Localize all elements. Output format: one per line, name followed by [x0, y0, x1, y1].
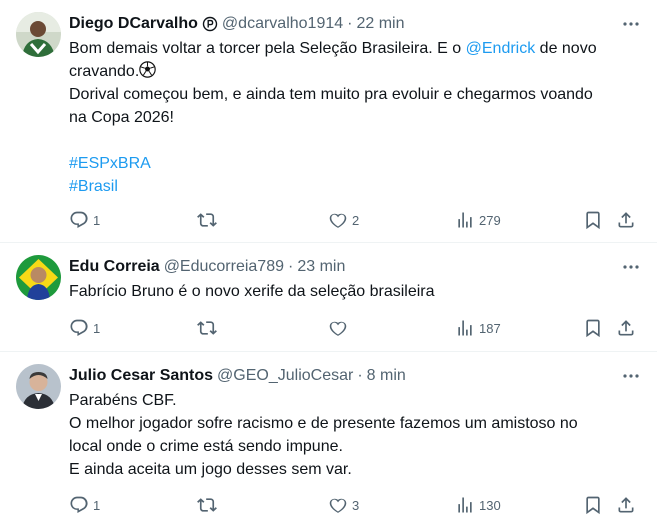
- views-icon: [458, 497, 472, 513]
- bookmark-button[interactable]: [583, 495, 603, 515]
- text-segment: de novo: [535, 40, 597, 57]
- repost-icon: [197, 321, 217, 335]
- share-icon: [618, 497, 634, 513]
- text-line: E ainda aceita um jogo desses sem var.: [69, 461, 352, 478]
- repost-icon: [197, 498, 217, 512]
- like-button[interactable]: [328, 318, 352, 338]
- separator-dot: ·: [357, 367, 363, 384]
- tweet-header: Edu Correia @Educorreia789 · 23 min: [69, 255, 641, 279]
- bookmark-icon: [586, 319, 600, 338]
- reply-button[interactable]: 1: [69, 495, 100, 515]
- tweet-actions: 1 3 130: [69, 493, 641, 517]
- reply-count: 1: [93, 212, 101, 228]
- tweet-text: Bom demais voltar a torcer pela Seleção …: [69, 37, 641, 198]
- share-button[interactable]: [616, 210, 636, 230]
- hashtag-link[interactable]: #Brasil: [69, 178, 118, 195]
- timestamp[interactable]: 8 min: [367, 367, 406, 385]
- text-line: Dorival começou bem, e ainda tem muito p…: [69, 86, 593, 103]
- timestamp[interactable]: 22 min: [356, 15, 404, 33]
- text-line: Parabéns CBF.: [69, 392, 177, 409]
- parody-badge-icon: [202, 16, 218, 32]
- text-segment: cravando.: [69, 63, 140, 80]
- text-line: na Copa 2026!: [69, 109, 174, 126]
- reply-icon: [70, 319, 88, 336]
- views-count: 130: [479, 497, 501, 513]
- views-button[interactable]: 279: [455, 210, 501, 230]
- views-icon: [458, 212, 472, 228]
- tweet-header: Julio Cesar Santos @GEO_JulioCesar · 8 m…: [69, 364, 641, 388]
- views-count: 279: [479, 212, 501, 228]
- tweet-body: Julio Cesar Santos @GEO_JulioCesar · 8 m…: [69, 364, 641, 481]
- views-icon: [458, 320, 472, 336]
- author-name[interactable]: Diego DCarvalho: [69, 15, 198, 33]
- heart-icon: [329, 498, 347, 513]
- soccer-ball-icon: [139, 61, 157, 78]
- like-count: 3: [352, 497, 360, 513]
- tweet-actions: 1 2 279: [69, 208, 641, 232]
- reply-button[interactable]: 1: [69, 210, 100, 230]
- author-name[interactable]: Edu Correia: [69, 258, 160, 276]
- like-count: 2: [352, 212, 360, 228]
- repost-button[interactable]: [197, 495, 221, 515]
- repost-icon: [197, 213, 217, 227]
- views-button[interactable]: 187: [455, 318, 501, 338]
- views-count: 187: [479, 320, 501, 336]
- tweet-feed: Diego DCarvalho @dcarvalho1914 · 22 min …: [0, 0, 657, 532]
- tweet-header: Diego DCarvalho @dcarvalho1914 · 22 min: [69, 12, 641, 36]
- author-name[interactable]: Julio Cesar Santos: [69, 367, 213, 385]
- heart-icon: [329, 321, 347, 336]
- views-button[interactable]: 130: [455, 495, 501, 515]
- separator-dot: ·: [288, 258, 294, 275]
- share-button[interactable]: [616, 318, 636, 338]
- bookmark-icon: [586, 211, 600, 230]
- bookmark-button[interactable]: [583, 210, 603, 230]
- avatar[interactable]: [16, 12, 61, 57]
- text-line: O melhor jogador sofre racismo e de pres…: [69, 415, 578, 432]
- text-line: Fabrício Bruno é o novo xerife da seleçã…: [69, 283, 435, 300]
- share-icon: [618, 320, 634, 336]
- share-button[interactable]: [616, 495, 636, 515]
- reply-button[interactable]: 1: [69, 318, 100, 338]
- tweet-body: Diego DCarvalho @dcarvalho1914 · 22 min …: [69, 12, 641, 198]
- repost-button[interactable]: [197, 210, 221, 230]
- tweet-body: Edu Correia @Educorreia789 · 23 min Fabr…: [69, 255, 641, 303]
- tweet[interactable]: Julio Cesar Santos @GEO_JulioCesar · 8 m…: [0, 352, 657, 532]
- avatar[interactable]: [16, 364, 61, 409]
- repost-button[interactable]: [197, 318, 221, 338]
- author-handle[interactable]: @GEO_JulioCesar: [217, 367, 353, 385]
- tweet-text: Fabrício Bruno é o novo xerife da seleçã…: [69, 280, 641, 303]
- separator-dot: ·: [347, 15, 353, 32]
- hashtag-link[interactable]: #ESPxBRA: [69, 155, 151, 172]
- bookmark-button[interactable]: [583, 318, 603, 338]
- author-handle[interactable]: @Educorreia789: [164, 258, 284, 276]
- text-segment: Bom demais voltar a torcer pela Seleção …: [69, 40, 466, 57]
- like-button[interactable]: 2: [328, 210, 359, 230]
- tweet-text: Parabéns CBF. O melhor jogador sofre rac…: [69, 389, 641, 481]
- more-options-icon[interactable]: [621, 366, 641, 386]
- tweet[interactable]: Edu Correia @Educorreia789 · 23 min Fabr…: [0, 243, 657, 352]
- mention-link[interactable]: @Endrick: [466, 40, 536, 57]
- heart-icon: [329, 213, 347, 228]
- more-options-icon[interactable]: [621, 257, 641, 277]
- reply-count: 1: [93, 497, 101, 513]
- share-icon: [618, 212, 634, 228]
- tweet-actions: 1 187: [69, 316, 641, 340]
- avatar[interactable]: [16, 255, 61, 300]
- reply-count: 1: [93, 320, 101, 336]
- reply-icon: [70, 496, 88, 513]
- tweet[interactable]: Diego DCarvalho @dcarvalho1914 · 22 min …: [0, 0, 657, 243]
- bookmark-icon: [586, 496, 600, 515]
- like-button[interactable]: 3: [328, 495, 359, 515]
- timestamp[interactable]: 23 min: [297, 258, 345, 276]
- reply-icon: [70, 211, 88, 228]
- author-handle[interactable]: @dcarvalho1914: [222, 15, 343, 33]
- text-line: local onde o crime está sendo impune.: [69, 438, 343, 455]
- more-options-icon[interactable]: [621, 14, 641, 34]
